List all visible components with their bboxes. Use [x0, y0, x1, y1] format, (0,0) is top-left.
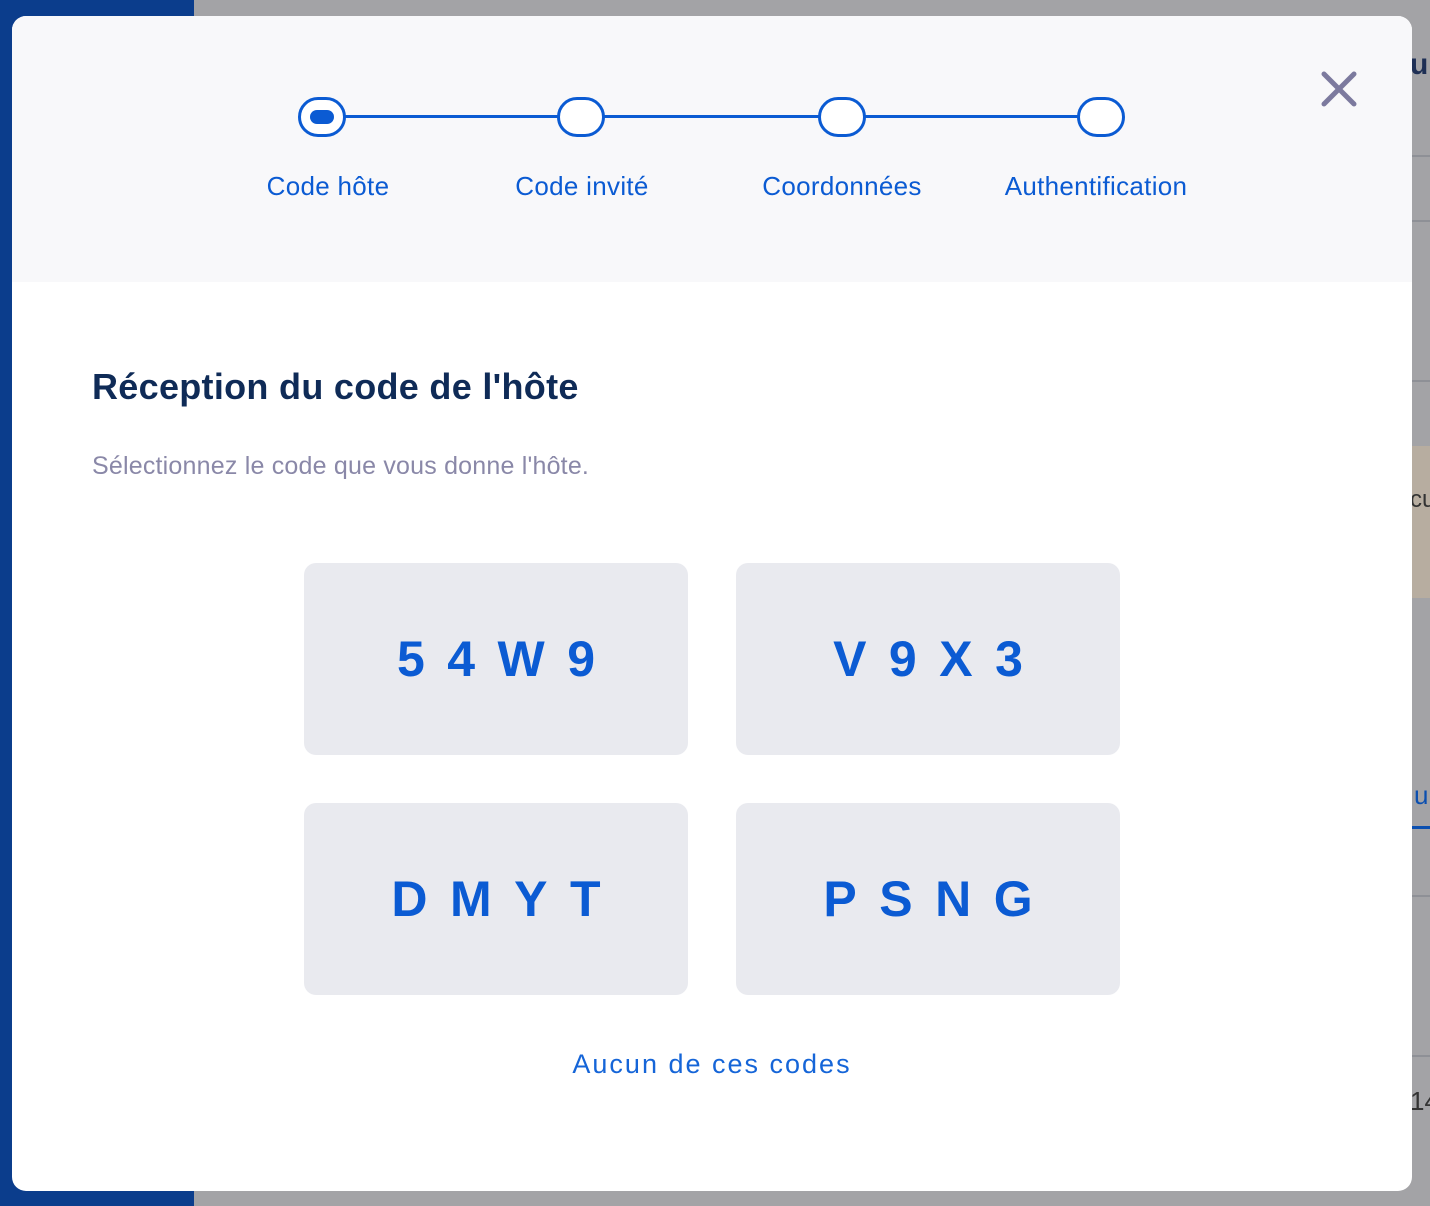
modal-title: Réception du code de l'hôte — [92, 366, 579, 407]
step-indicator-authentification — [1077, 97, 1125, 137]
close-button[interactable] — [1318, 68, 1360, 110]
code-option-label: 54W9 — [396, 631, 618, 687]
step-label-code-invite: Code invité — [515, 171, 649, 201]
none-of-these-codes-link[interactable]: Aucun de ces codes — [12, 1049, 1412, 1080]
background-divider — [1412, 895, 1430, 897]
background-text-fragment: 14 — [1410, 1086, 1430, 1116]
progress-stepper: Code hôte Code invité Coordonnées Authen… — [12, 16, 1412, 282]
background-text-fragment: cu — [1410, 486, 1430, 513]
step-indicator-code-invite — [557, 97, 605, 137]
close-icon — [1321, 71, 1357, 107]
code-option-button[interactable]: 54W9 — [304, 563, 688, 755]
background-heading-fragment: ub — [1410, 48, 1430, 81]
code-option-button[interactable]: V9X3 — [736, 563, 1120, 755]
stepper-connector — [343, 115, 559, 118]
background-divider — [1412, 380, 1430, 382]
step-indicator-coordonnees — [818, 97, 866, 137]
background-link-underline — [1412, 826, 1430, 829]
stepper-connector — [864, 115, 1080, 118]
step-label-authentification: Authentification — [1004, 171, 1188, 201]
code-option-label: DMYT — [391, 871, 624, 927]
step-indicator-code-hote — [298, 97, 346, 137]
host-code-modal: Code hôte Code invité Coordonnées Authen… — [12, 16, 1412, 1191]
stepper-connector — [604, 115, 820, 118]
background-divider — [1412, 1055, 1430, 1057]
step-label-code-hote: Code hôte — [266, 171, 390, 201]
background-link-fragment: u — [1414, 780, 1429, 810]
code-option-label: V9X3 — [833, 631, 1046, 687]
code-option-button[interactable]: DMYT — [304, 803, 688, 995]
code-option-button[interactable]: PSNG — [736, 803, 1120, 995]
code-option-label: PSNG — [823, 871, 1056, 927]
modal-subtitle: Sélectionnez le code que vous donne l'hô… — [92, 452, 590, 480]
background-notice-block — [1412, 446, 1430, 598]
background-divider — [1412, 220, 1430, 222]
step-label-coordonnees: Coordonnées — [762, 171, 922, 201]
background-divider — [1412, 155, 1430, 157]
